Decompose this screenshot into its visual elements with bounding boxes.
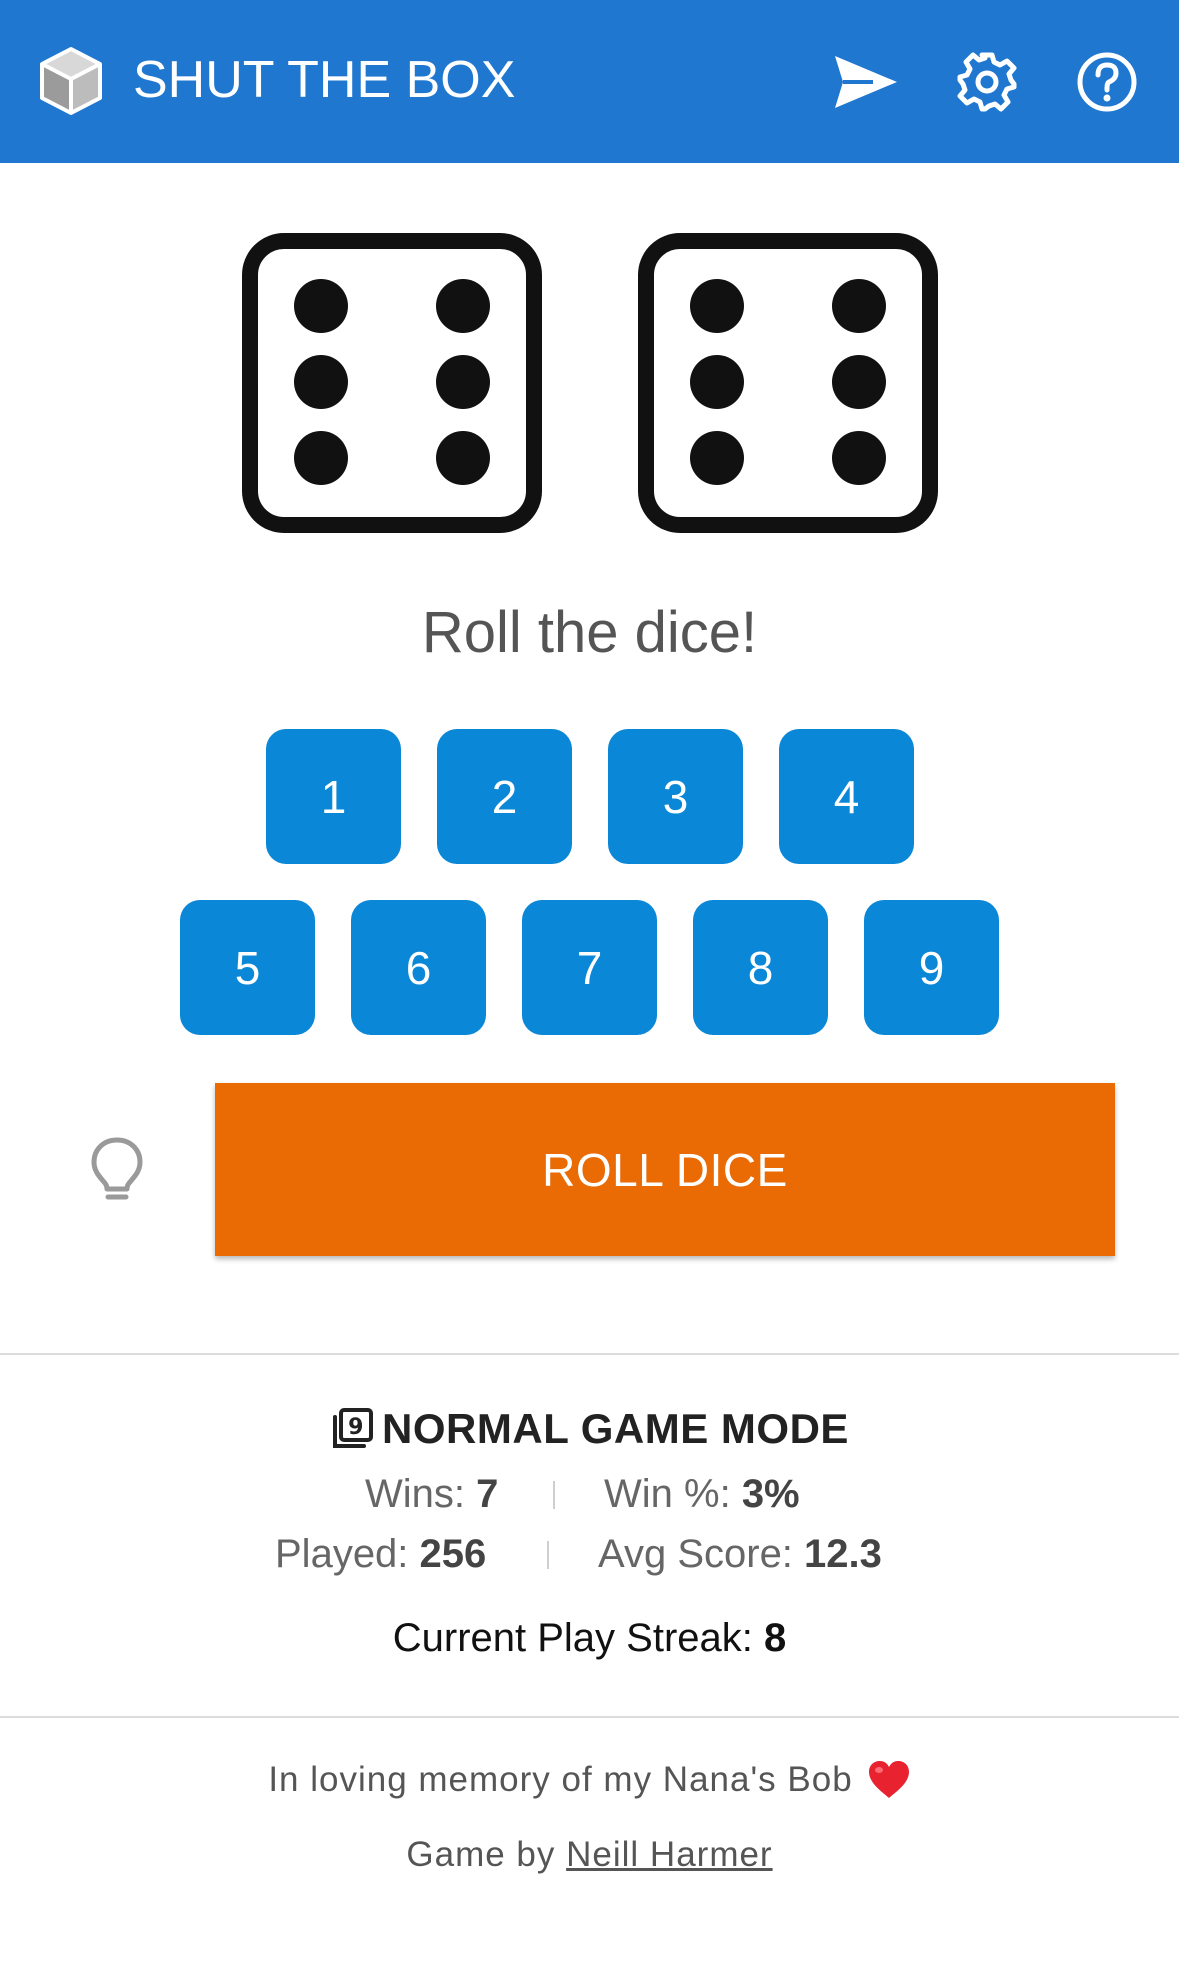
tile-9[interactable]: 9	[864, 900, 999, 1035]
tile-1[interactable]: 1	[266, 729, 401, 864]
stat-separator	[553, 1481, 555, 1509]
credit-prefix: Game by	[406, 1835, 556, 1874]
win-pct-label: Win %:	[604, 1472, 731, 1516]
memorial-message: In loving memory of my Nana's Bob	[268, 1760, 853, 1799]
app-title: SHUT THE BOX	[133, 51, 516, 109]
tile-7[interactable]: 7	[522, 900, 657, 1035]
tile-4[interactable]: 4	[779, 729, 914, 864]
divider	[0, 1716, 1179, 1718]
tile-3[interactable]: 3	[608, 729, 743, 864]
avg-score-stat: Avg Score: 12.3	[598, 1530, 882, 1578]
win-pct-value: 3%	[741, 1472, 800, 1516]
status-message: Roll the dice!	[421, 600, 758, 665]
played-label: Played:	[275, 1532, 409, 1576]
die-left	[242, 233, 542, 533]
help-circle-icon	[1077, 52, 1137, 112]
tile-8[interactable]: 8	[693, 900, 828, 1035]
roll-dice-button[interactable]: ROLL DICE	[215, 1083, 1115, 1256]
play-streak: Current Play Streak: 8	[0, 1614, 1179, 1662]
send-icon	[835, 56, 897, 108]
settings-button[interactable]	[953, 48, 1021, 116]
game-mode-title: 9 NORMAL GAME MODE	[0, 1405, 1179, 1453]
author-link[interactable]: Neill Harmer	[566, 1835, 772, 1874]
wins-value: 7	[476, 1472, 499, 1516]
die-right	[638, 233, 938, 533]
win-pct-stat: Win %: 3%	[604, 1470, 800, 1518]
lightbulb-icon[interactable]	[89, 1136, 145, 1204]
app-header: SHUT THE BOX	[0, 0, 1179, 163]
heart-icon	[868, 1761, 909, 1798]
cube-logo-icon	[40, 47, 102, 115]
share-button[interactable]	[832, 48, 900, 116]
svg-text:9: 9	[348, 1415, 364, 1440]
tile-6[interactable]: 6	[351, 900, 486, 1035]
played-value: 256	[419, 1532, 487, 1576]
memorial-text: In loving memory of my Nana's Bob	[0, 1760, 1179, 1800]
mode-9-icon: 9	[333, 1408, 374, 1448]
divider	[0, 1353, 1179, 1355]
wins-label: Wins:	[365, 1472, 465, 1516]
avg-score-value: 12.3	[804, 1532, 882, 1576]
credit-line: Game by Neill Harmer	[0, 1835, 1179, 1875]
played-stat: Played: 256	[275, 1530, 486, 1578]
tile-5[interactable]: 5	[180, 900, 315, 1035]
tile-2[interactable]: 2	[437, 729, 572, 864]
help-button[interactable]	[1073, 48, 1141, 116]
avg-score-label: Avg Score:	[598, 1532, 793, 1576]
wins-stat: Wins: 7	[365, 1470, 498, 1518]
gear-icon	[957, 52, 1017, 112]
stat-separator	[547, 1541, 549, 1569]
game-mode-label: NORMAL GAME MODE	[382, 1405, 849, 1452]
streak-value: 8	[764, 1616, 787, 1660]
streak-label: Current Play Streak:	[392, 1616, 753, 1660]
